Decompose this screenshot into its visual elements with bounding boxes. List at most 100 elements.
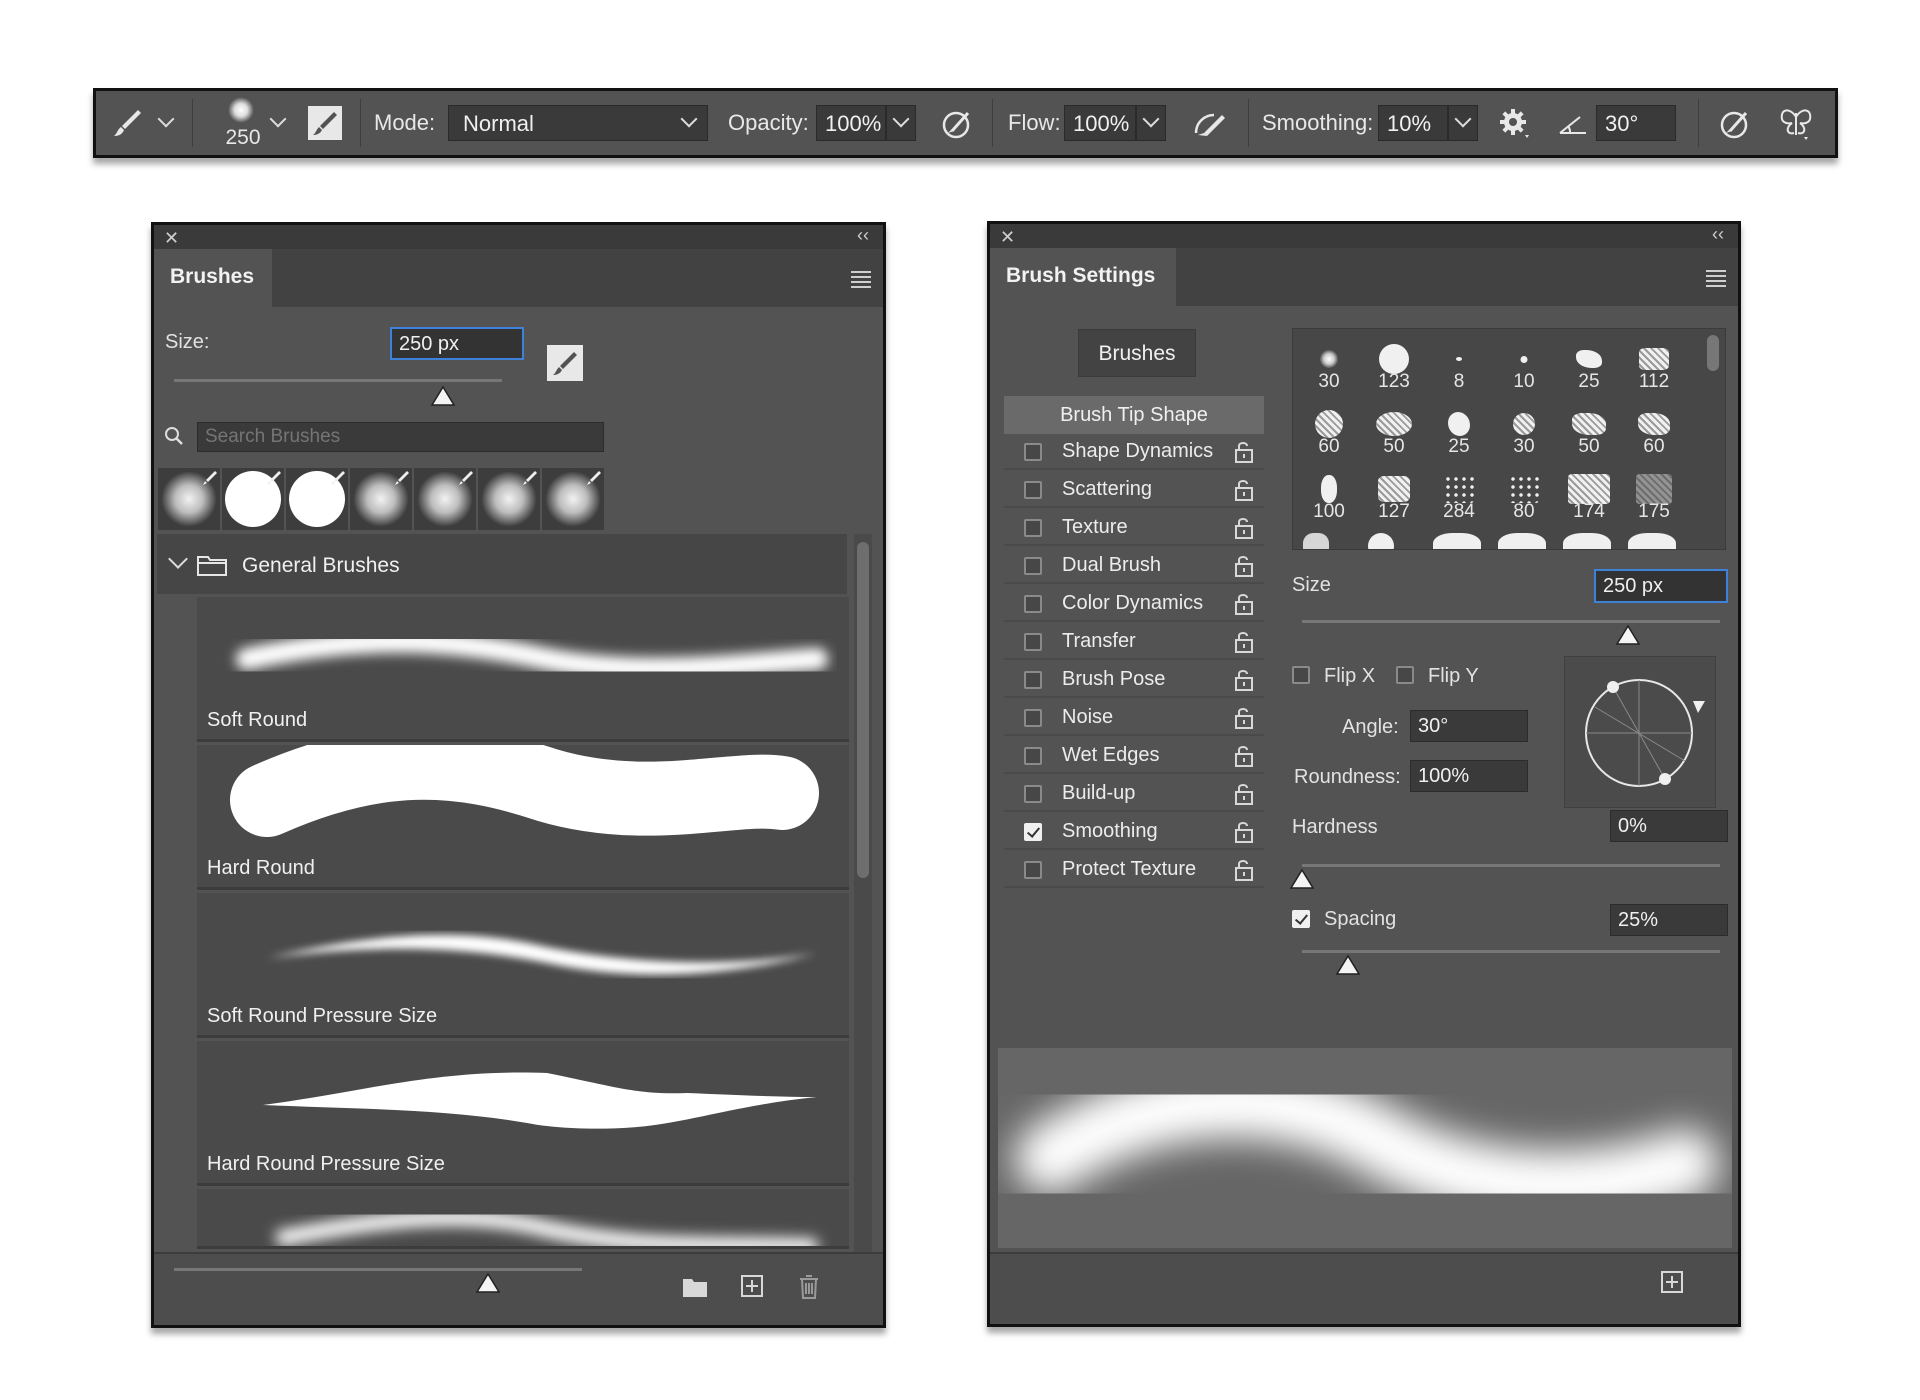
option-label[interactable]: Dual Brush [1062, 554, 1161, 577]
option-label[interactable]: Shape Dynamics [1062, 440, 1213, 463]
scrollbar-thumb[interactable] [857, 542, 869, 878]
preview-size-slider-track[interactable] [174, 1268, 582, 1271]
option-label[interactable]: Transfer [1062, 630, 1136, 653]
brush-tip-cell-partial[interactable] [1303, 533, 1329, 549]
collapse-panel-icon[interactable]: ‹‹ [857, 225, 869, 246]
mode-select[interactable]: Normal [448, 105, 708, 141]
chevron-down-icon[interactable] [168, 549, 188, 569]
flip-y-checkbox[interactable] [1396, 666, 1414, 684]
brush-tip-cell[interactable]: 60 [1297, 396, 1361, 460]
brush-option-row[interactable]: Shape Dynamics [1004, 434, 1264, 470]
hardness-input[interactable]: 0% [1610, 810, 1728, 842]
option-checkbox[interactable] [1024, 557, 1042, 575]
option-checkbox[interactable] [1024, 785, 1042, 803]
lock-icon[interactable] [1234, 630, 1254, 660]
trash-icon[interactable] [798, 1274, 820, 1305]
brush-tip-cell[interactable]: 25 [1427, 396, 1491, 460]
brush-tip-cell-partial[interactable] [1498, 533, 1546, 549]
spacing-input[interactable]: 25% [1610, 904, 1728, 936]
tool-preset-chevron-icon[interactable] [157, 110, 175, 128]
roundness-input[interactable]: 100% [1410, 760, 1528, 792]
lock-icon[interactable] [1234, 592, 1254, 622]
brush-tip-cell[interactable]: 50 [1362, 396, 1426, 460]
flow-dropdown[interactable] [1136, 105, 1166, 141]
lock-icon[interactable] [1234, 668, 1254, 698]
brushes-button[interactable]: Brushes [1078, 329, 1196, 377]
search-brushes-input[interactable] [197, 422, 604, 452]
option-checkbox[interactable] [1024, 595, 1042, 613]
option-checkbox[interactable] [1024, 861, 1042, 879]
brush-tip-cell[interactable]: 174 [1557, 461, 1621, 525]
tab-brushes[interactable]: Brushes [154, 249, 272, 307]
flow-field[interactable]: 100% [1064, 105, 1136, 141]
brush-item-soft-round[interactable]: Soft Round [197, 597, 849, 742]
lock-icon[interactable] [1234, 858, 1254, 888]
brush-tip-cell[interactable]: 30 [1492, 396, 1556, 460]
brush-item-soft-round-pressure-size[interactable]: Soft Round Pressure Size [197, 893, 849, 1038]
new-group-folder-icon[interactable] [682, 1276, 708, 1303]
flip-x-checkbox[interactable] [1292, 666, 1310, 684]
option-checkbox[interactable] [1024, 519, 1042, 537]
brush-tip-cell[interactable]: 10 [1492, 331, 1556, 395]
brush-tip-cell[interactable]: 8 [1427, 331, 1491, 395]
brush-tip-cell[interactable]: 25 [1557, 331, 1621, 395]
option-label[interactable]: Scattering [1062, 478, 1152, 501]
opacity-dropdown[interactable] [886, 105, 916, 141]
brush-tip-shape-item[interactable]: Brush Tip Shape [1004, 396, 1264, 434]
brush-tip-cell[interactable]: 175 [1622, 461, 1686, 525]
option-checkbox[interactable] [1024, 443, 1042, 461]
recent-brush-thumb[interactable] [350, 468, 412, 530]
lock-icon[interactable] [1234, 744, 1254, 774]
panel-menu-icon[interactable] [1706, 270, 1726, 290]
brush-option-row[interactable]: Protect Texture [1004, 852, 1264, 888]
option-label[interactable]: Noise [1062, 706, 1113, 729]
brush-option-row[interactable]: Texture [1004, 510, 1264, 546]
brush-tip-cell[interactable]: 100 [1297, 461, 1361, 525]
brush-option-row[interactable]: Noise [1004, 700, 1264, 736]
brush-angle-field[interactable]: 30° [1596, 105, 1676, 141]
new-brush-preset-icon[interactable] [1660, 1270, 1684, 1299]
hardness-slider-track[interactable] [1302, 864, 1720, 867]
brush-tip-cell-partial[interactable] [1563, 533, 1611, 549]
smoothing-field[interactable]: 10% [1378, 105, 1448, 141]
tip-size-slider-track[interactable] [1302, 620, 1720, 623]
brush-option-row[interactable]: Scattering [1004, 472, 1264, 508]
option-label[interactable]: Texture [1062, 516, 1128, 539]
collapse-panel-icon[interactable]: ‹‹ [1712, 224, 1724, 245]
panel-menu-icon[interactable] [851, 271, 871, 291]
tab-brush-settings[interactable]: Brush Settings [990, 248, 1176, 306]
brush-tip-cell[interactable]: 284 [1427, 461, 1491, 525]
option-checkbox[interactable] [1024, 671, 1042, 689]
recent-brush-thumb[interactable] [478, 468, 540, 530]
brush-tip-cell[interactable]: 127 [1362, 461, 1426, 525]
recent-brush-thumb[interactable] [158, 468, 220, 530]
lock-icon[interactable] [1234, 516, 1254, 546]
lock-icon[interactable] [1234, 820, 1254, 850]
brush-tip-cell-partial[interactable] [1433, 533, 1481, 549]
brush-tip-cell-partial[interactable] [1628, 533, 1676, 549]
brush-option-row[interactable]: Transfer [1004, 624, 1264, 660]
recent-brush-thumb[interactable] [222, 468, 284, 530]
close-icon[interactable]: ✕ [164, 228, 179, 249]
option-label[interactable]: Color Dynamics [1062, 592, 1203, 615]
brush-tool-icon[interactable] [110, 105, 146, 141]
size-slider-track[interactable] [174, 379, 502, 382]
brush-item-hard-round-pressure-size[interactable]: Hard Round Pressure Size [197, 1041, 849, 1186]
spacing-checkbox[interactable] [1292, 910, 1310, 928]
brush-tip-cell[interactable]: 30 [1297, 331, 1361, 395]
brush-list-scrollbar[interactable] [854, 534, 872, 1252]
brush-option-row[interactable]: Dual Brush [1004, 548, 1264, 584]
brush-settings-toggle-icon[interactable] [547, 345, 583, 381]
option-checkbox[interactable] [1024, 633, 1042, 651]
lock-icon[interactable] [1234, 554, 1254, 584]
brush-settings-toggle-icon[interactable] [308, 106, 342, 140]
brush-tip-cell[interactable]: 112 [1622, 331, 1686, 395]
size-input[interactable]: 250 px [390, 327, 524, 360]
option-label[interactable]: Wet Edges [1062, 744, 1159, 767]
smoothing-dropdown[interactable] [1448, 105, 1478, 141]
spacing-slider-track[interactable] [1302, 950, 1720, 953]
brush-item-hard-round[interactable]: Hard Round [197, 745, 849, 890]
lock-icon[interactable] [1234, 440, 1254, 470]
lock-icon[interactable] [1234, 478, 1254, 508]
lock-icon[interactable] [1234, 706, 1254, 736]
